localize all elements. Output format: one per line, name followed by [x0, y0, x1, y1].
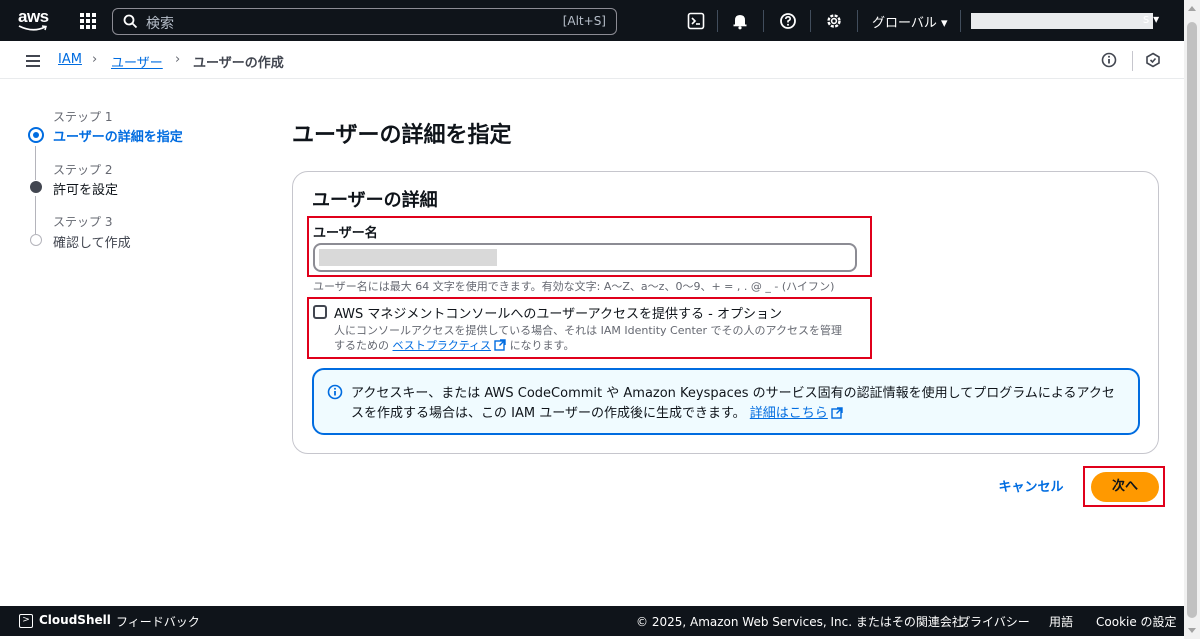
username-label: ユーザー名 — [313, 226, 378, 241]
cloudshell-icon[interactable]: > — [19, 614, 33, 628]
external-link-icon[interactable] — [494, 339, 506, 351]
nav-divider — [960, 10, 961, 32]
username-value-redacted — [319, 249, 497, 266]
search-icon — [123, 14, 138, 29]
aws-logo[interactable]: aws — [18, 8, 52, 33]
step-1-name[interactable]: ユーザーの詳細を指定 — [53, 126, 183, 145]
nav-divider — [763, 10, 764, 32]
step-2-label: ステップ 2 — [53, 163, 113, 177]
step-connector — [35, 196, 36, 234]
alert-text-line-2: スを作成する場合は、この IAM ユーザーの作成後に生成できます。 詳細はこちら — [351, 402, 843, 421]
learn-more-link[interactable]: 詳細はこちら — [750, 406, 828, 421]
help-icon[interactable] — [779, 12, 797, 30]
nav-divider — [717, 10, 718, 32]
footer-feedback[interactable]: フィードバック — [116, 613, 200, 630]
notifications-panel-icon[interactable] — [1145, 52, 1161, 68]
footer-privacy[interactable]: プライバシー — [958, 613, 1030, 630]
info-icon[interactable] — [1101, 52, 1117, 68]
breadcrumb-iam[interactable]: IAM — [58, 52, 82, 67]
footer-cookie-settings[interactable]: Cookie の設定 — [1096, 613, 1177, 630]
username-constraint-text: ユーザー名には最大 64 文字を使用できます。有効な文字: A〜Z、a〜z、0〜… — [313, 280, 835, 293]
console-access-description-2: するための ベストプラクティス になります。 — [334, 339, 575, 352]
next-button[interactable]: 次へ — [1091, 472, 1159, 502]
footer-copyright: © 2025, Amazon Web Services, Inc. またはその関… — [636, 615, 976, 629]
breadcrumb-create-user: ユーザーの作成 — [193, 56, 284, 71]
alert-info-icon — [327, 384, 343, 400]
footer-cloudshell[interactable]: CloudShell — [39, 613, 111, 627]
step-1-indicator — [28, 127, 44, 143]
breadcrumb-users[interactable]: ユーザー — [111, 52, 163, 71]
scroll-thumb[interactable] — [1187, 22, 1197, 618]
toolbar-divider — [1132, 51, 1133, 71]
console-access-checkbox[interactable] — [313, 305, 327, 319]
scroll-down-arrow-icon[interactable] — [1188, 628, 1196, 633]
account-menu-redacted[interactable] — [971, 13, 1153, 29]
cloudshell-icon[interactable] — [687, 12, 705, 30]
hamburger-menu-icon[interactable] — [26, 55, 40, 67]
search-placeholder: 検索 — [146, 16, 174, 32]
cancel-button[interactable]: キャンセル — [986, 475, 1076, 501]
nav-divider — [810, 10, 811, 32]
step-3-indicator — [30, 234, 42, 246]
search-shortcut: [Alt+S] — [562, 14, 606, 28]
page-scrollbar[interactable] — [1184, 0, 1200, 639]
aws-smile-icon — [18, 25, 47, 31]
step-3-label: ステップ 3 — [53, 215, 113, 229]
services-menu-icon[interactable] — [80, 13, 96, 29]
nav-divider — [857, 10, 858, 32]
page-title: ユーザーの詳細を指定 — [292, 123, 512, 148]
console-access-label[interactable]: AWS マネジメントコンソールへのユーザーアクセスを提供する - オプション — [334, 303, 782, 322]
scroll-up-arrow-icon[interactable] — [1188, 6, 1196, 11]
account-menu-caret[interactable]: s ▾ — [1143, 12, 1159, 26]
step-2-name: 許可を設定 — [53, 183, 119, 198]
step-connector — [35, 146, 36, 180]
region-selector[interactable]: グローバル ▾ — [872, 12, 948, 31]
breadcrumb-bar: IAM › ユーザー › ユーザーの作成 — [0, 41, 1184, 79]
search-input[interactable]: 検索 [Alt+S] — [112, 8, 617, 35]
container-title: ユーザーの詳細 — [312, 190, 438, 211]
notifications-bell-icon[interactable] — [731, 12, 749, 30]
alert-text-line-1: アクセスキー、または AWS CodeCommit や Amazon Keysp… — [351, 386, 1115, 401]
top-navigation: aws 検索 [Alt+S] グローバル ▾ s ▾ — [0, 0, 1184, 41]
step-1-label: ステップ 1 — [53, 110, 113, 124]
external-link-icon[interactable] — [831, 407, 843, 419]
best-practices-link[interactable]: ベストプラクティス — [393, 339, 492, 352]
settings-gear-icon[interactable] — [825, 12, 843, 30]
console-access-description: 人にコンソールアクセスを提供している場合、それは IAM Identity Ce… — [334, 324, 842, 337]
footer: > CloudShell フィードバック © 2025, Amazon Web … — [0, 606, 1184, 636]
step-3-name: 確認して作成 — [53, 236, 131, 251]
step-2-indicator — [30, 181, 42, 193]
username-input[interactable] — [313, 243, 857, 272]
breadcrumb-chevron-icon: › — [92, 52, 98, 67]
breadcrumb-chevron-icon: › — [175, 52, 181, 67]
footer-terms[interactable]: 用語 — [1049, 613, 1073, 630]
